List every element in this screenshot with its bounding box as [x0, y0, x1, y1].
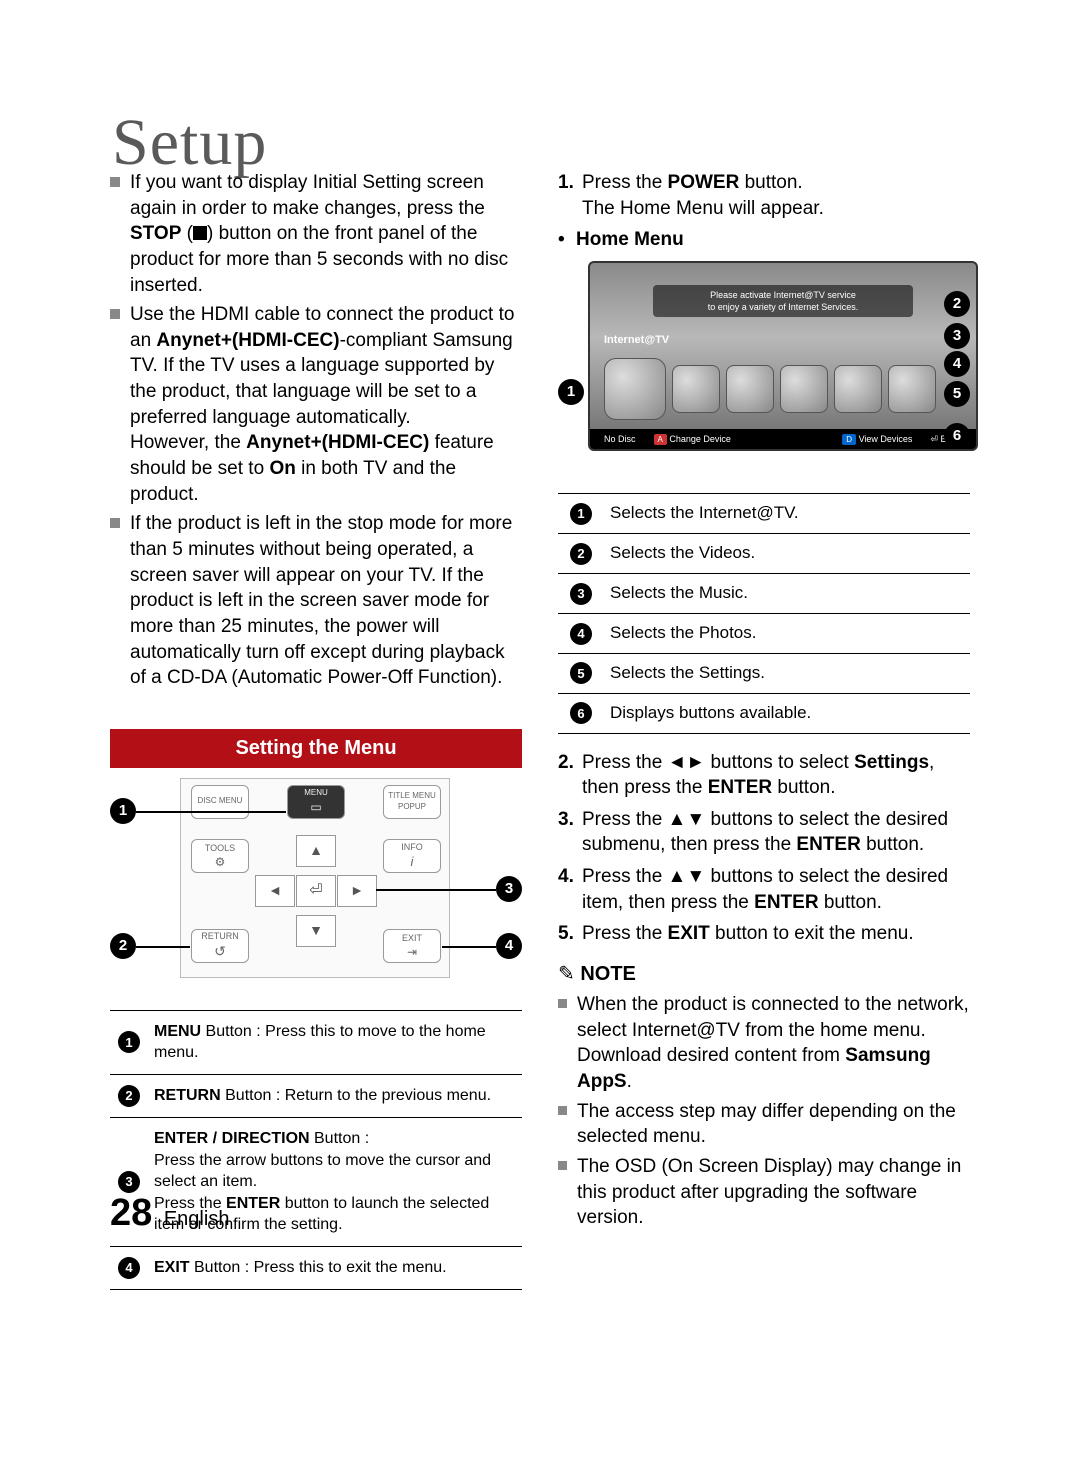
table-row: 6Displays buttons available.	[558, 693, 970, 733]
table-row: 1Selects the Internet@TV.	[558, 493, 970, 533]
page-footer: 28 English	[110, 1188, 229, 1239]
table-row: 3Selects the Music.	[558, 573, 970, 613]
table-row: 2Selects the Videos.	[558, 533, 970, 573]
callout-4: 4	[496, 933, 522, 959]
enter-button-icon: ⏎	[296, 875, 336, 907]
tv-icon-music	[726, 365, 774, 413]
disc-menu-button: DISC MENU	[191, 785, 249, 819]
square-bullet-icon	[110, 309, 120, 319]
page-number: 28	[110, 1192, 152, 1234]
left-column: If you want to display Initial Setting s…	[110, 170, 522, 1290]
tv-icon-photos	[780, 365, 828, 413]
callout-3: 3	[496, 876, 522, 902]
tv-icon-videos	[672, 365, 720, 413]
square-bullet-icon	[110, 518, 120, 528]
bullet-screensaver: If the product is left in the stop mode …	[110, 511, 522, 690]
info-button: INFO i	[383, 839, 441, 873]
home-menu-label: Home Menu	[558, 227, 970, 253]
note-heading: NOTE	[558, 961, 970, 988]
up-arrow-icon: ▲	[296, 835, 336, 867]
left-arrow-icon: ◄	[255, 875, 295, 907]
section-header-setting-menu: Setting the Menu	[110, 729, 522, 768]
remote-diagram: DISC MENU MENU ▭ TITLE MENU POPUP TOOLS …	[110, 778, 522, 998]
tv-icon-internet	[604, 358, 666, 420]
note-list: When the product is connected to the net…	[558, 992, 970, 1231]
tv-app-icons	[604, 361, 962, 417]
bullet-hdmi-anynet: Use the HDMI cable to connect the produc…	[110, 302, 522, 507]
tv-icon-settings	[834, 365, 882, 413]
step-item: 3.Press the ▲▼ buttons to select the des…	[558, 807, 970, 858]
step-item: 2.Press the ◄► buttons to select Setting…	[558, 750, 970, 801]
tv-callout-1: 1	[558, 379, 584, 405]
tv-diagram: Please activate Internet@TV service to e…	[558, 261, 970, 481]
table-row: 4Selects the Photos.	[558, 613, 970, 653]
tv-description-table: 1Selects the Internet@TV.2Selects the Vi…	[558, 493, 970, 734]
tv-screen: Please activate Internet@TV service to e…	[588, 261, 978, 451]
callout-1: 1	[110, 798, 136, 824]
table-row: 4EXIT Button : Press this to exit the me…	[110, 1246, 522, 1289]
tv-callout-5: 5	[944, 381, 970, 407]
down-arrow-icon: ▼	[296, 915, 336, 947]
tv-banner: Please activate Internet@TV service to e…	[653, 285, 913, 317]
right-arrow-icon: ►	[337, 875, 377, 907]
bullet-initial-setting: If you want to display Initial Setting s…	[110, 170, 522, 298]
footer-language: English	[164, 1208, 230, 1230]
tv-icon-extra	[888, 365, 936, 413]
tv-bottom-bar: No Disc A Change Device D View Devices ⏎…	[590, 429, 976, 449]
steps-2-5: 2.Press the ◄► buttons to select Setting…	[558, 750, 970, 947]
content-columns: If you want to display Initial Setting s…	[110, 170, 970, 1290]
square-bullet-icon	[110, 177, 120, 187]
remote-body: DISC MENU MENU ▭ TITLE MENU POPUP TOOLS …	[180, 778, 450, 978]
tv-callout-4: 4	[944, 351, 970, 377]
menu-button: MENU ▭	[287, 785, 345, 819]
intro-bullets: If you want to display Initial Setting s…	[110, 170, 522, 691]
tv-internet-label: Internet@TV	[604, 333, 669, 348]
table-row: 5Selects the Settings.	[558, 653, 970, 693]
step-1: 1. Press the POWER button. The Home Menu…	[558, 170, 970, 221]
table-row: 2RETURN Button : Return to the previous …	[110, 1075, 522, 1118]
tv-callout-6: 6	[944, 423, 970, 449]
exit-button: EXIT ⇥	[383, 929, 441, 963]
table-row: 1MENU Button : Press this to move to the…	[110, 1010, 522, 1074]
tools-button: TOOLS ⚙	[191, 839, 249, 873]
step-item: 4.Press the ▲▼ buttons to select the des…	[558, 864, 970, 915]
callout-2: 2	[110, 933, 136, 959]
note-item: The OSD (On Screen Display) may change i…	[558, 1154, 970, 1231]
return-button: RETURN ↺	[191, 929, 249, 963]
note-item: When the product is connected to the net…	[558, 992, 970, 1095]
title-menu-button: TITLE MENU POPUP	[383, 785, 441, 819]
tv-callout-2: 2	[944, 291, 970, 317]
remote-description-table: 1MENU Button : Press this to move to the…	[110, 1010, 522, 1290]
note-item: The access step may differ depending on …	[558, 1099, 970, 1150]
stop-icon	[193, 226, 207, 240]
right-column: 1. Press the POWER button. The Home Menu…	[558, 170, 970, 1290]
tv-callout-3: 3	[944, 323, 970, 349]
step-item: 5.Press the EXIT button to exit the menu…	[558, 921, 970, 947]
